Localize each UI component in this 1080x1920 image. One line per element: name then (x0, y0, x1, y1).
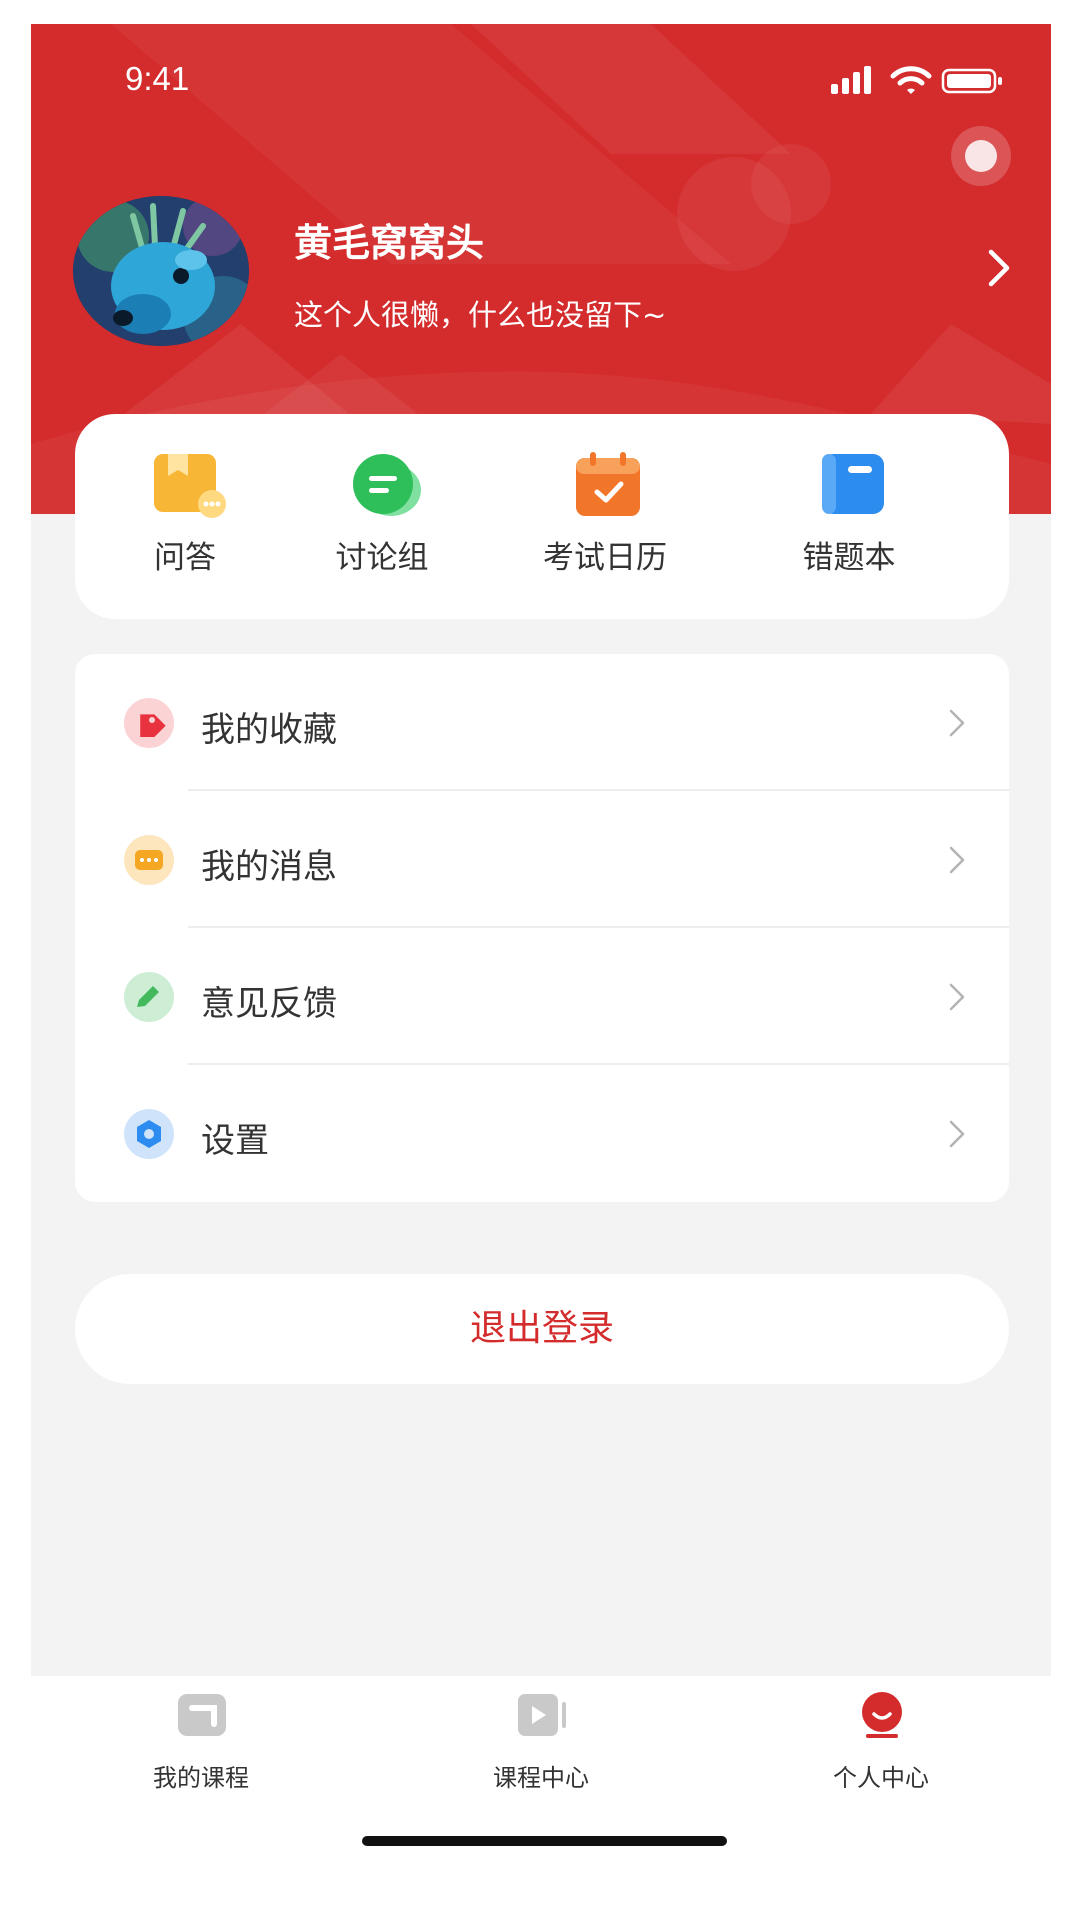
tab-my-courses[interactable]: 我的课程 (31, 1676, 371, 1806)
menu-item-favorites[interactable]: 我的收藏 (75, 654, 1009, 791)
chevron-right-icon[interactable] (986, 248, 1012, 288)
user-bio: 这个人很懒，什么也没留下~ (294, 298, 667, 332)
quick-action-label: 问答 (154, 540, 216, 576)
logout-button[interactable]: 退出登录 (75, 1274, 1009, 1384)
chevron-right-icon (949, 983, 965, 1011)
quick-action-label: 讨论组 (335, 540, 429, 576)
status-bar: 9:41 (31, 24, 1051, 124)
menu-list: 我的收藏 我的消息 意见反馈 设置 (75, 654, 1009, 1202)
status-icons (831, 66, 1002, 94)
calendar-check-icon (576, 452, 640, 516)
message-icon (124, 835, 174, 885)
menu-item-label: 我的消息 (201, 847, 337, 887)
quick-action-qa[interactable]: 问答 (75, 414, 295, 619)
battery-icon (941, 68, 1002, 94)
gear-icon (124, 1109, 174, 1159)
tab-label: 个人中心 (833, 1764, 929, 1792)
notebook-icon (822, 454, 884, 514)
chevron-right-icon (949, 1120, 965, 1148)
quick-action-label: 考试日历 (543, 540, 667, 576)
quick-action-mistakes[interactable]: 错题本 (739, 414, 959, 619)
quick-action-exam-calendar[interactable]: 考试日历 (495, 414, 715, 619)
tab-course-center[interactable]: 课程中心 (371, 1676, 711, 1806)
menu-item-label: 设置 (201, 1121, 269, 1161)
deer-avatar-image (73, 196, 249, 346)
status-time: 9:41 (125, 60, 190, 97)
signal-icon (831, 66, 871, 94)
menu-item-label: 意见反馈 (201, 984, 337, 1024)
pencil-icon (124, 972, 174, 1022)
profile-icon (862, 1692, 902, 1738)
chat-bubble-icon (353, 454, 421, 516)
header-menu-dot-button[interactable] (951, 126, 1011, 186)
menu-item-messages[interactable]: 我的消息 (75, 791, 1009, 928)
tab-label: 课程中心 (493, 1764, 589, 1792)
chevron-right-icon (949, 709, 965, 737)
tab-bar: 我的课程 课程中心 个人中心 (31, 1676, 1051, 1896)
quick-action-label: 错题本 (802, 540, 896, 576)
chevron-right-icon (949, 846, 965, 874)
quick-actions-card: 问答 讨论组 考试日历 错题本 (75, 414, 1009, 619)
my-courses-icon (178, 1694, 226, 1736)
qa-folder-icon (154, 454, 226, 518)
tab-label: 我的课程 (153, 1764, 249, 1792)
menu-item-settings[interactable]: 设置 (75, 1065, 1009, 1202)
menu-item-feedback[interactable]: 意见反馈 (75, 928, 1009, 1065)
course-center-icon (518, 1694, 566, 1736)
avatar[interactable] (73, 196, 249, 346)
home-indicator[interactable] (362, 1836, 727, 1846)
user-name: 黄毛窝窝头 (294, 221, 485, 265)
wifi-icon (890, 66, 932, 94)
phone-screen: 9:41 黄毛窝窝头 这个人很懒，什么也没留下~ 问答 讨论组 考试日历 错题本… (31, 24, 1051, 1896)
quick-action-discussion[interactable]: 讨论组 (272, 414, 492, 619)
tag-icon (124, 698, 174, 748)
tab-profile-center[interactable]: 个人中心 (711, 1676, 1051, 1806)
menu-item-label: 我的收藏 (201, 710, 337, 750)
